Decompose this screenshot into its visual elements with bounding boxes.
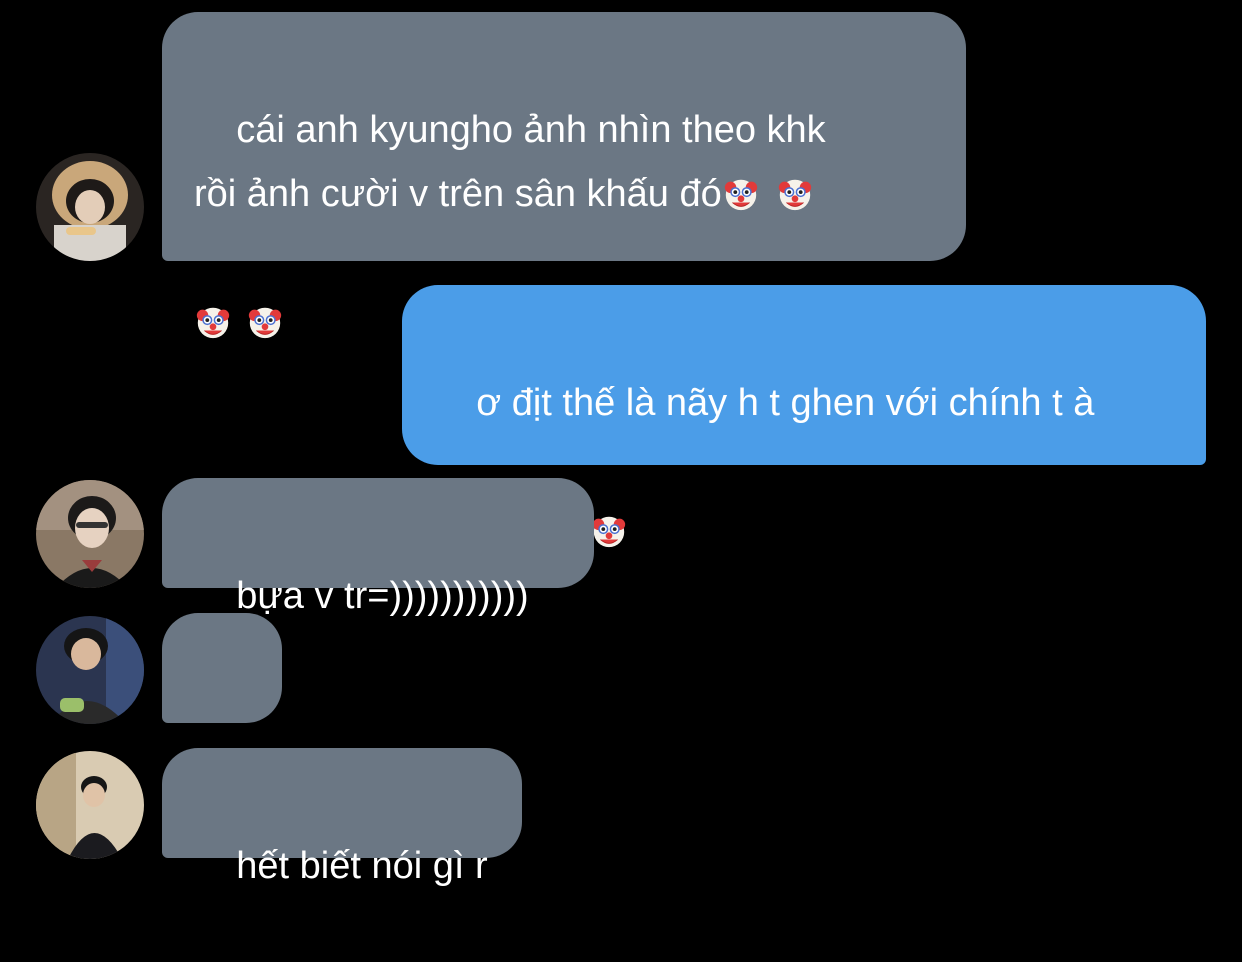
clown-face-icon: [246, 303, 284, 341]
message-bubble-incoming[interactable]: bựa v tr=))))))))))): [162, 478, 594, 617]
message-text: rồi ảnh cười v trên sân khấu đó: [194, 173, 722, 215]
avatar-photo: [36, 616, 144, 724]
clown-face-icon: [776, 175, 814, 213]
message-bubble-outgoing[interactable]: ơ địt thế là nãy h t ghen với chính t à: [402, 285, 1206, 465]
message-text: cái anh kyungho ảnh nhìn theo khk: [236, 109, 826, 151]
avatar[interactable]: [36, 751, 144, 859]
avatar-photo: [36, 480, 144, 588]
chat-thread: cái anh kyungho ảnh nhìn theo khk rồi ảnh…: [0, 0, 1242, 887]
clown-face-icon: [722, 175, 760, 213]
clown-face-icon: [590, 512, 628, 550]
avatar[interactable]: [36, 616, 144, 724]
message-text: ơ địt thế là nãy h t ghen với chính t à: [476, 382, 1095, 424]
message-bubble-incoming[interactable]: cái anh kyungho ảnh nhìn theo khk rồi ảnh…: [162, 12, 966, 261]
clown-face-icon: [194, 303, 232, 341]
message-bubble-incoming[interactable]: hết biết nói gì r: [162, 748, 522, 887]
message-bubble-incoming[interactable]: má: [162, 613, 282, 816]
message-text: hết biết nói gì r: [236, 845, 488, 887]
avatar[interactable]: [36, 480, 144, 588]
avatar-photo: [36, 751, 144, 859]
message-text: bựa v tr=))))))))))): [236, 575, 529, 617]
avatar-photo: [36, 153, 144, 261]
avatar[interactable]: [36, 153, 144, 261]
